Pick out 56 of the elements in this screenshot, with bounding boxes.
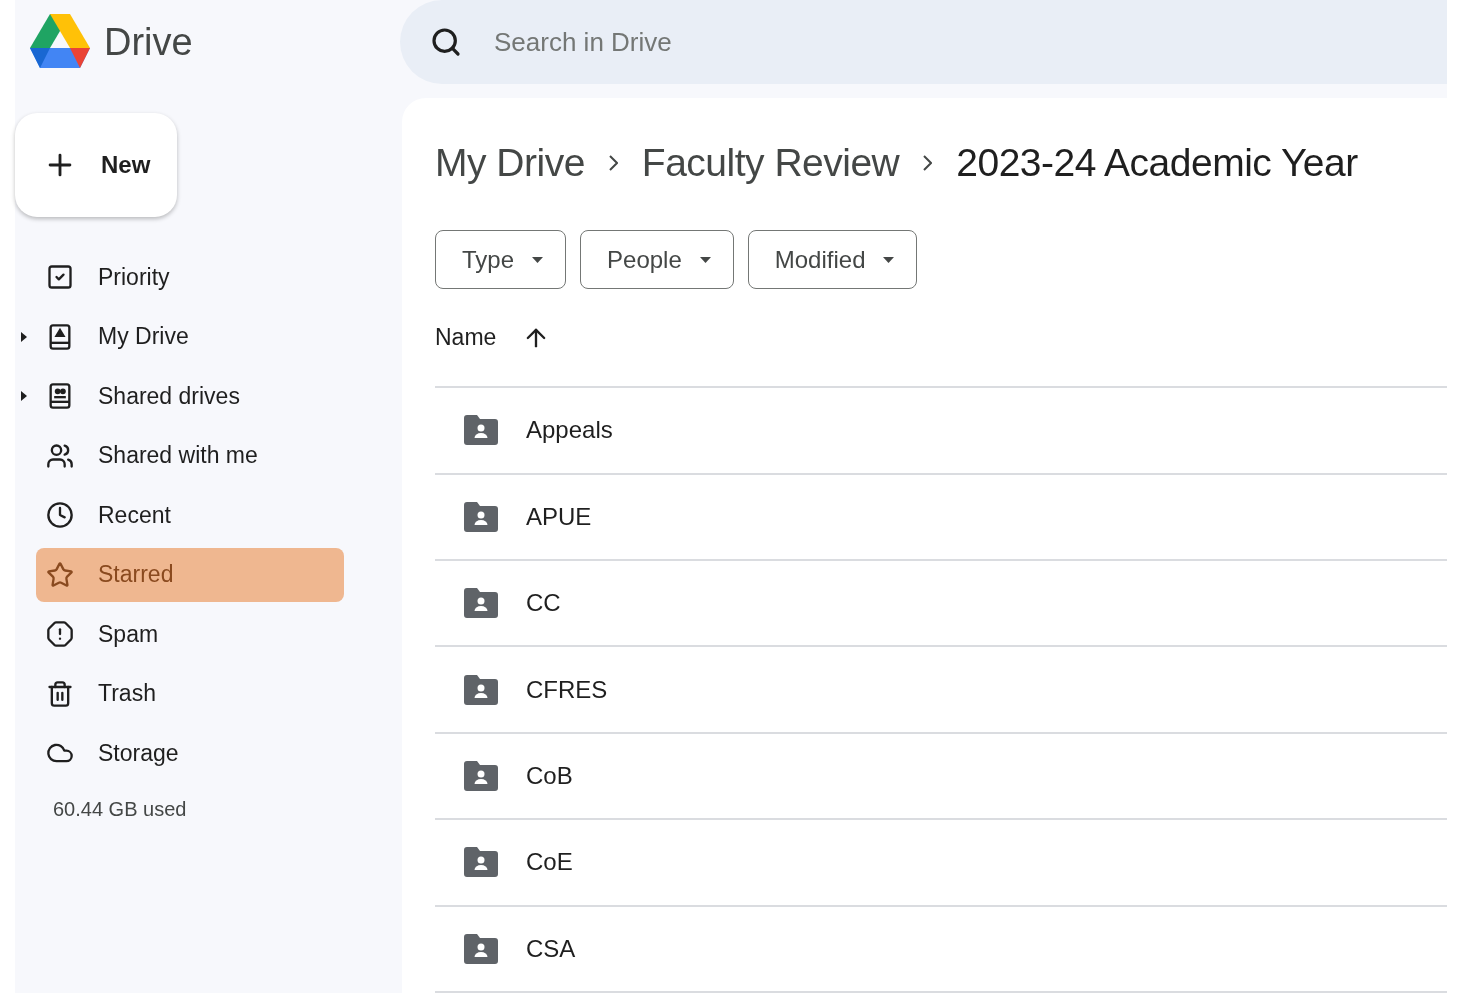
filter-chip[interactable]: Modified (747, 230, 918, 290)
file-row[interactable]: CoE (435, 820, 1447, 907)
filter-chip[interactable]: People (580, 230, 734, 290)
shared-folder-icon (464, 760, 498, 791)
dropdown-caret-icon (532, 256, 544, 263)
file-row[interactable]: APUE (435, 474, 1447, 561)
expand-caret-icon[interactable] (21, 391, 27, 401)
file-name: CoE (526, 848, 573, 877)
chevron-right-icon (608, 155, 618, 172)
dropdown-caret-icon (699, 256, 711, 263)
check-box-icon (46, 263, 74, 291)
sidebar-item[interactable]: Spam (36, 607, 344, 661)
file-name: CFRES (526, 675, 608, 704)
trash-icon (46, 679, 74, 708)
shared-folder-icon (464, 588, 498, 619)
shared-folder-icon (464, 415, 498, 446)
sidebar-item[interactable]: Trash (36, 666, 344, 721)
file-name: CoB (526, 761, 573, 790)
sidebar-item[interactable]: Priority (36, 250, 344, 304)
sidebar-item[interactable]: My Drive (36, 309, 344, 364)
file-name: Appeals (526, 416, 613, 445)
chevron-right-icon (923, 155, 933, 172)
search-icon (430, 26, 462, 58)
breadcrumb-item[interactable]: Faculty Review (641, 141, 900, 186)
file-name: APUE (526, 502, 592, 531)
file-name: CSA (526, 934, 576, 963)
star-icon (46, 560, 74, 589)
sidebar-item[interactable]: Shared drives (36, 369, 344, 423)
storage-used: 60.44 GB used (53, 797, 188, 821)
sidebar-item[interactable]: Storage (36, 726, 344, 780)
sidebar-item[interactable]: Starred (36, 547, 344, 602)
file-row[interactable]: CFRES (435, 647, 1447, 734)
shared-folder-icon (464, 674, 498, 705)
shared-folder-icon (464, 501, 498, 532)
shared-folder-icon (464, 933, 498, 964)
file-row[interactable]: Appeals (435, 388, 1447, 475)
file-row[interactable]: CC (435, 561, 1447, 648)
breadcrumb-item[interactable]: My Drive (435, 141, 585, 186)
file-name: CC (526, 589, 561, 618)
column-header[interactable]: Name (435, 324, 497, 352)
app-title: Drive (104, 20, 193, 64)
breadcrumb-item[interactable]: 2023-24 Academic Year (956, 141, 1358, 186)
shared-folder-icon (464, 847, 498, 878)
filter-chip[interactable]: Type (435, 230, 567, 290)
new-button[interactable]: New (15, 113, 177, 217)
sidebar-item[interactable]: Recent (36, 488, 344, 542)
people-icon (46, 441, 74, 470)
file-row[interactable]: CSA (435, 906, 1447, 993)
expand-caret-icon[interactable] (21, 331, 27, 342)
clock-icon (46, 501, 74, 529)
alert-icon (46, 620, 74, 648)
search-field[interactable]: Search in Drive (400, 0, 1447, 84)
sidebar-item[interactable]: Shared with me (36, 428, 344, 483)
search-input[interactable]: Search in Drive (492, 25, 1447, 59)
file-row[interactable]: CoB (435, 733, 1447, 821)
dropdown-caret-icon (883, 256, 895, 263)
